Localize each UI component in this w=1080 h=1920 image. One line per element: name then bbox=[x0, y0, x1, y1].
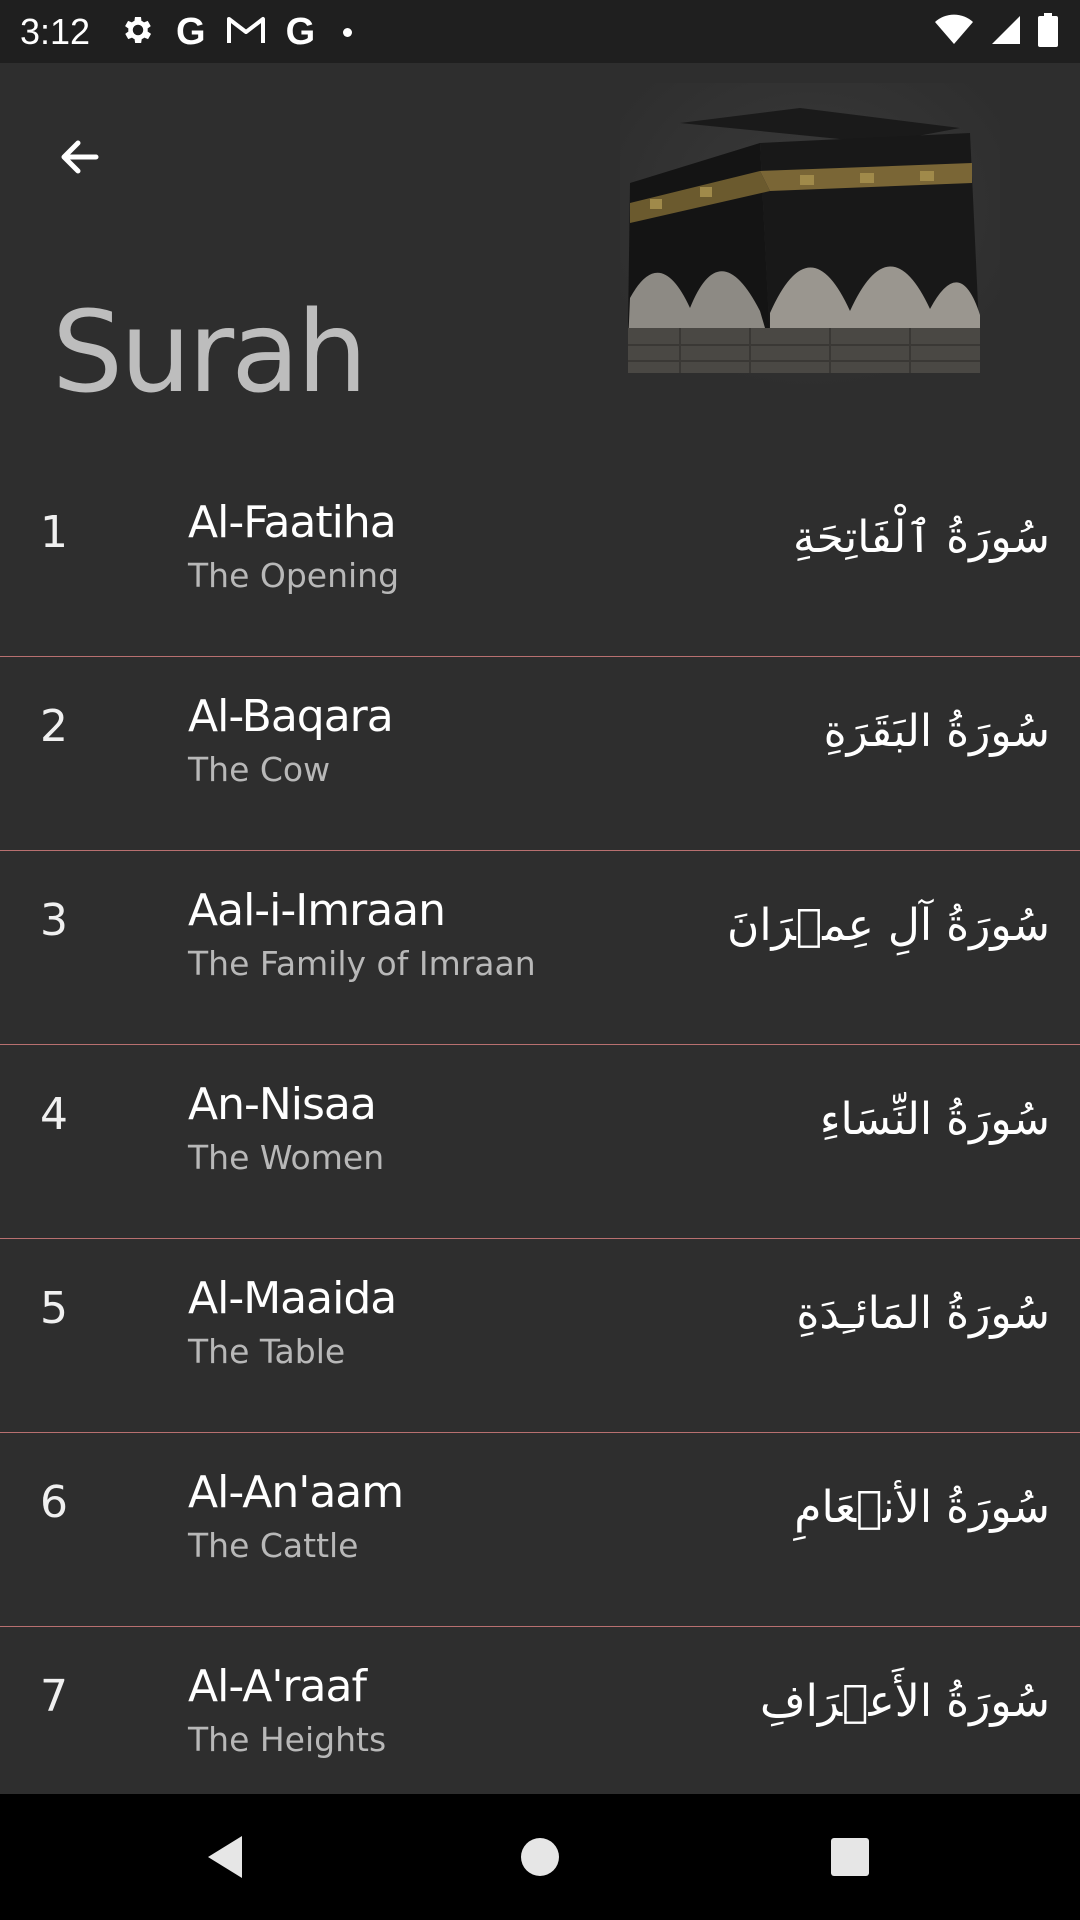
surah-number: 1 bbox=[40, 507, 68, 558]
surah-meaning: The Heights bbox=[188, 1720, 387, 1759]
gear-icon bbox=[120, 12, 156, 52]
surah-arabic-name: سُورَةُ الأَعۡرَافِ bbox=[760, 1676, 1050, 1727]
surah-number: 7 bbox=[40, 1671, 68, 1722]
surah-arabic-name: سُورَةُ البَقَرَةِ bbox=[823, 706, 1050, 757]
surah-arabic-name: سُورَةُ الأنۡعَامِ bbox=[794, 1482, 1050, 1533]
surah-list[interactable]: 1 Al-Faatiha The Opening سُورَةُ ٱلْفَات… bbox=[0, 463, 1080, 1794]
surah-name: Aal-i-Imraan bbox=[188, 885, 446, 936]
nav-home-button[interactable] bbox=[515, 1832, 565, 1882]
surah-number: 6 bbox=[40, 1477, 68, 1528]
status-bar: 3:12 G G bbox=[0, 0, 1080, 63]
surah-arabic-name: سُورَةُ آلِ عِمۡرَانَ bbox=[727, 900, 1050, 951]
surah-number: 5 bbox=[40, 1283, 68, 1334]
wifi-icon bbox=[934, 14, 974, 50]
back-triangle-icon bbox=[208, 1836, 242, 1878]
google-icon: G bbox=[176, 11, 206, 53]
header: Surah bbox=[0, 63, 1080, 463]
surah-name: Al-Faatiha bbox=[188, 497, 397, 548]
status-time: 3:12 bbox=[20, 11, 91, 52]
surah-number: 3 bbox=[40, 895, 68, 946]
surah-list-item[interactable]: 3 Aal-i-Imraan The Family of Imraan سُور… bbox=[0, 851, 1080, 1045]
surah-number: 4 bbox=[40, 1089, 68, 1140]
surah-meaning: The Family of Imraan bbox=[188, 944, 536, 983]
page-title: Surah bbox=[52, 288, 368, 418]
surah-name: Al-Baqara bbox=[188, 691, 394, 742]
kaaba-image bbox=[620, 83, 1000, 393]
surah-name: Al-An'aam bbox=[188, 1467, 404, 1518]
surah-meaning: The Cattle bbox=[188, 1526, 359, 1565]
surah-list-item[interactable]: 6 Al-An'aam The Cattle سُورَةُ الأنۡعَام… bbox=[0, 1433, 1080, 1627]
surah-list-item[interactable]: 2 Al-Baqara The Cow سُورَةُ البَقَرَةِ bbox=[0, 657, 1080, 851]
surah-arabic-name: سُورَةُ النِّسَاءِ bbox=[819, 1094, 1050, 1145]
surah-meaning: The Table bbox=[188, 1332, 346, 1371]
signal-icon bbox=[990, 14, 1022, 50]
surah-list-item[interactable]: 5 Al-Maaida The Table سُورَةُ المَائـِدَ… bbox=[0, 1239, 1080, 1433]
surah-name: Al-Maaida bbox=[188, 1273, 397, 1324]
status-icons-right bbox=[934, 10, 1058, 54]
dot-icon bbox=[343, 27, 353, 37]
status-icons-left: G G bbox=[120, 10, 353, 54]
surah-meaning: The Opening bbox=[188, 556, 400, 595]
surah-meaning: The Women bbox=[188, 1138, 385, 1177]
home-circle-icon bbox=[521, 1838, 559, 1876]
surah-list-item[interactable]: 1 Al-Faatiha The Opening سُورَةُ ٱلْفَات… bbox=[0, 463, 1080, 657]
surah-name: Al-A'raaf bbox=[188, 1661, 367, 1712]
system-nav-bar bbox=[0, 1794, 1080, 1920]
screen: 3:12 G G Surah 1 Al-Faatiha The Opening … bbox=[0, 0, 1080, 1920]
nav-recents-button[interactable] bbox=[825, 1832, 875, 1882]
recents-square-icon bbox=[831, 1838, 869, 1876]
google-icon: G bbox=[285, 11, 316, 53]
surah-arabic-name: سُورَةُ ٱلْفَاتِحَةِ bbox=[793, 512, 1050, 563]
back-button[interactable] bbox=[56, 133, 104, 193]
surah-arabic-name: سُورَةُ المَائـِدَةِ bbox=[796, 1288, 1050, 1339]
arrow-back-icon bbox=[61, 140, 99, 174]
battery-icon bbox=[1038, 13, 1058, 51]
nav-back-button[interactable] bbox=[202, 1832, 252, 1882]
gmail-icon bbox=[226, 14, 266, 50]
surah-meaning: The Cow bbox=[188, 750, 331, 789]
surah-number: 2 bbox=[40, 701, 68, 752]
surah-name: An-Nisaa bbox=[188, 1079, 377, 1130]
surah-list-item[interactable]: 4 An-Nisaa The Women سُورَةُ النِّسَاءِ bbox=[0, 1045, 1080, 1239]
surah-list-item[interactable]: 7 Al-A'raaf The Heights سُورَةُ الأَعۡرَ… bbox=[0, 1627, 1080, 1794]
